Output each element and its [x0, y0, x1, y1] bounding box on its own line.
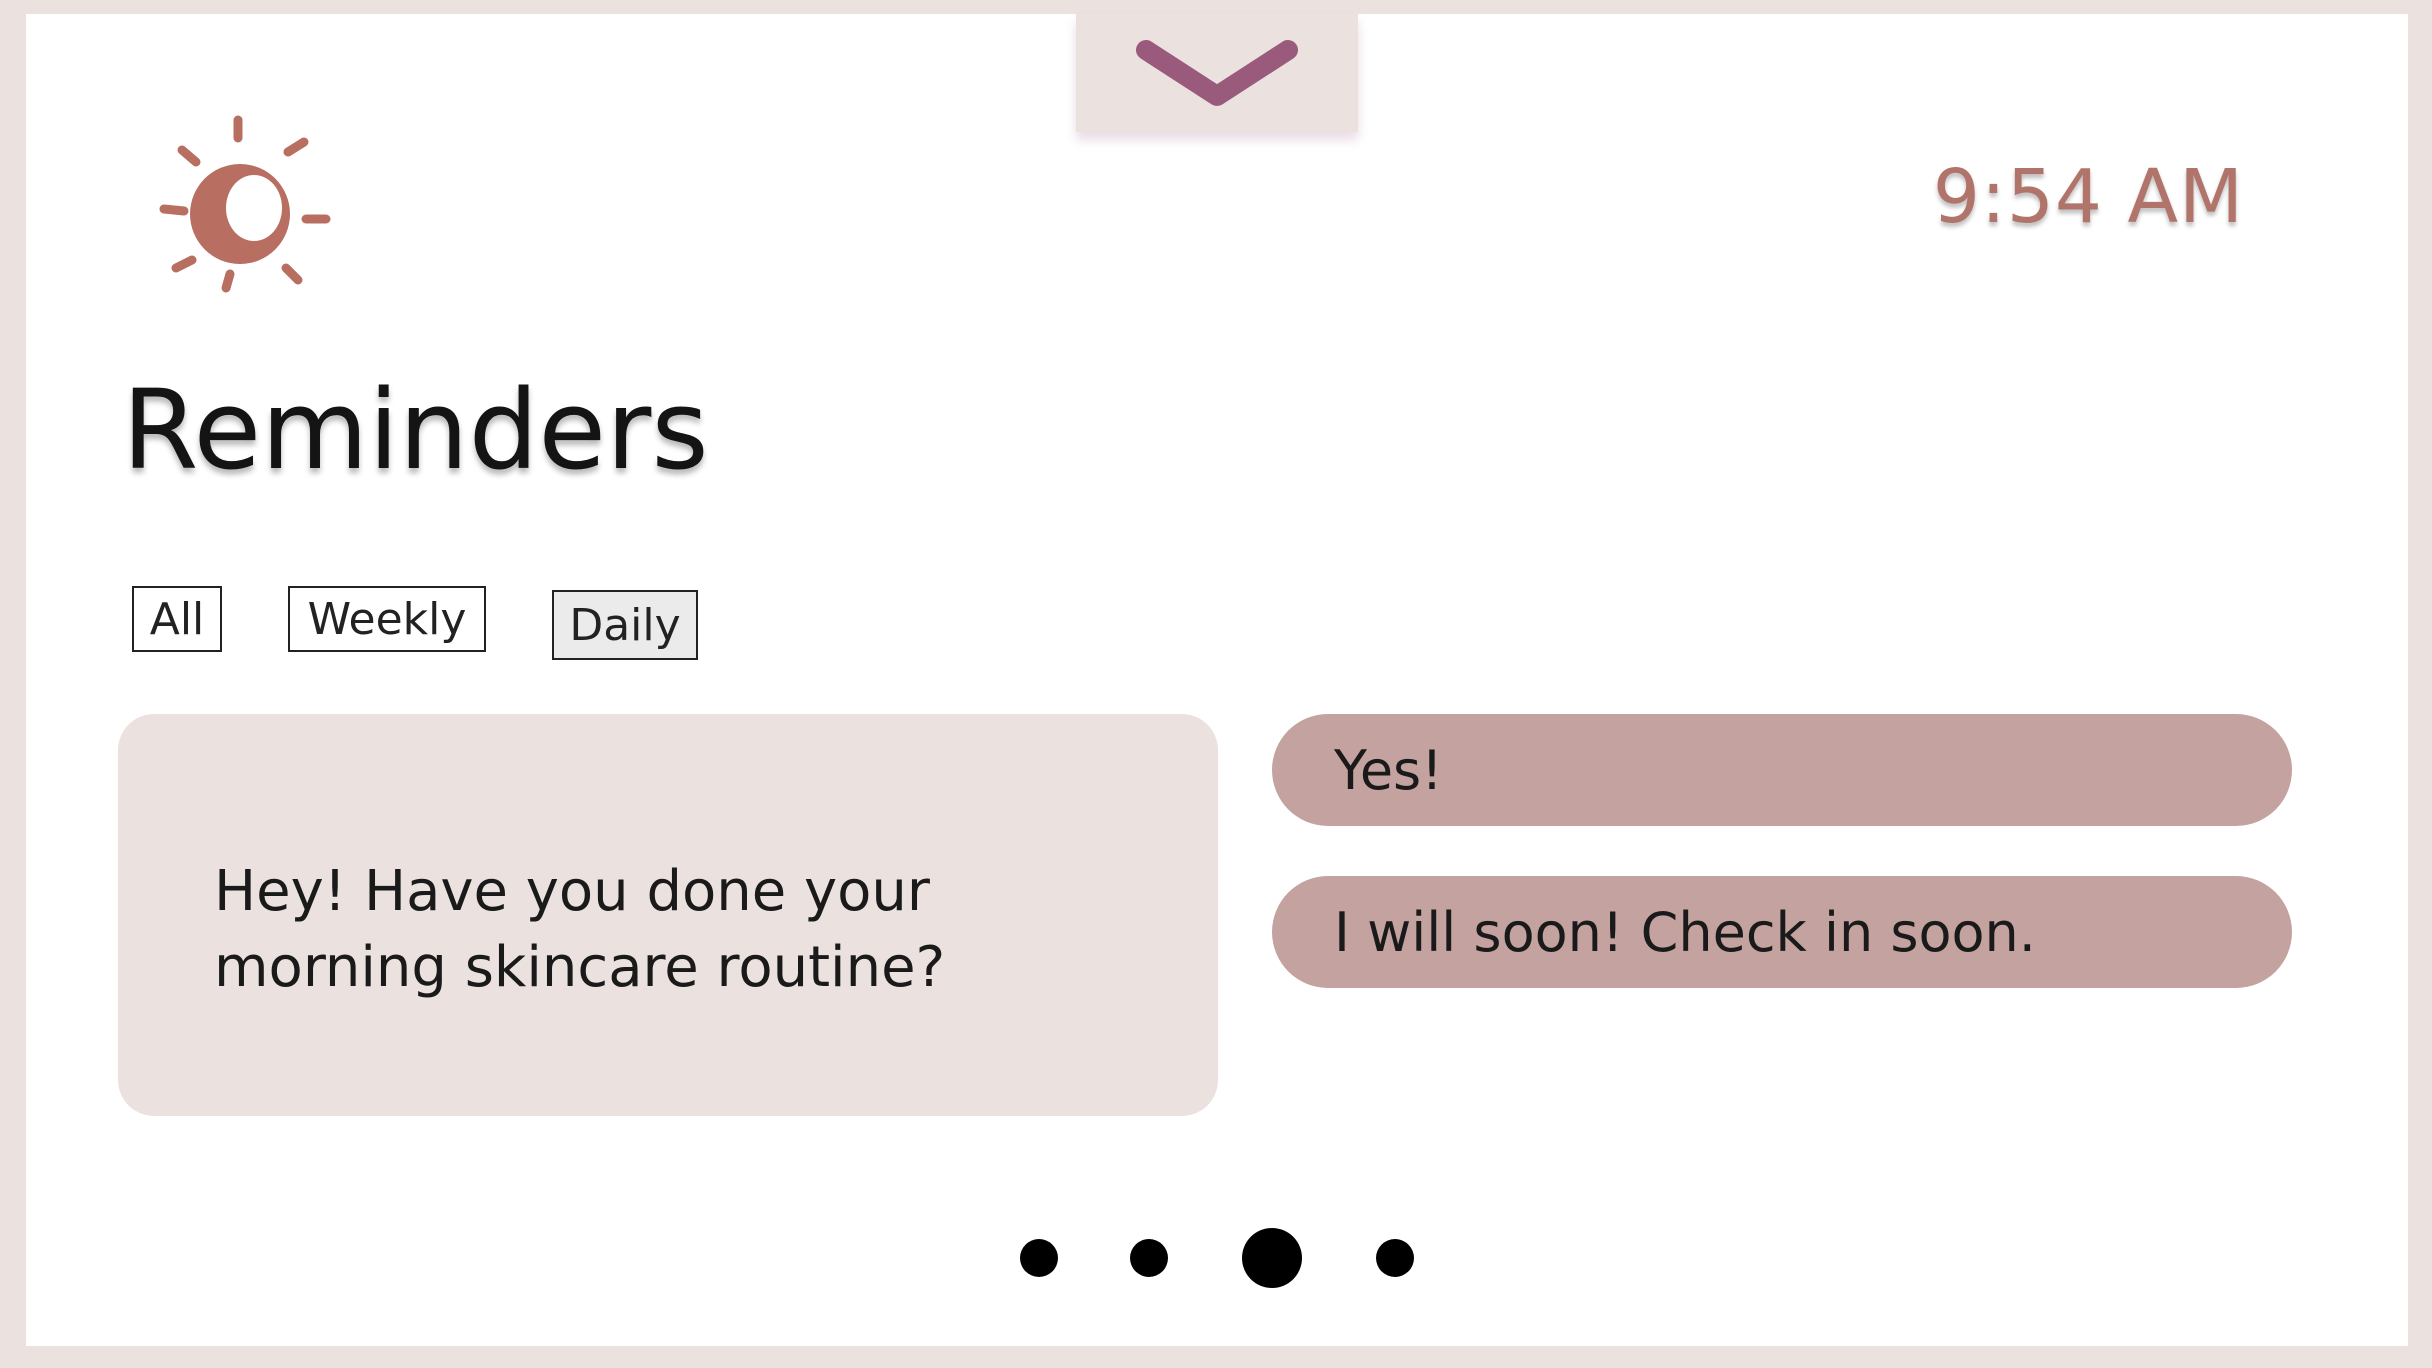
filter-weekly-button[interactable]: Weekly [288, 586, 486, 652]
reply-later-button[interactable]: I will soon! Check in soon. [1272, 876, 2292, 988]
reminder-message-card: Hey! Have you done your morning skincare… [118, 714, 1218, 1116]
filter-all-button[interactable]: All [132, 586, 222, 652]
reply-yes-button[interactable]: Yes! [1272, 714, 2292, 826]
reminder-message-text: Hey! Have you done your morning skincare… [214, 859, 946, 1000]
reply-later-label: I will soon! Check in soon. [1334, 900, 2036, 964]
page-title: Reminders [122, 366, 709, 494]
page-dot-4[interactable] [1376, 1239, 1414, 1277]
pull-down-tab[interactable] [1076, 14, 1358, 132]
filter-daily-button[interactable]: Daily [552, 590, 698, 660]
page-dot-3-current[interactable] [1242, 1228, 1302, 1288]
page-indicator [26, 1226, 2408, 1288]
reminders-screen: 9:54 AM Reminders All Weekly Daily Hey! … [26, 14, 2408, 1346]
clock-time: 9:54 AM [1932, 154, 2244, 240]
page-dot-1[interactable] [1020, 1239, 1058, 1277]
page-dot-2[interactable] [1130, 1239, 1168, 1277]
sun-icon [159, 115, 331, 293]
chevron-down-icon [1136, 40, 1298, 106]
reply-yes-label: Yes! [1334, 738, 1443, 802]
